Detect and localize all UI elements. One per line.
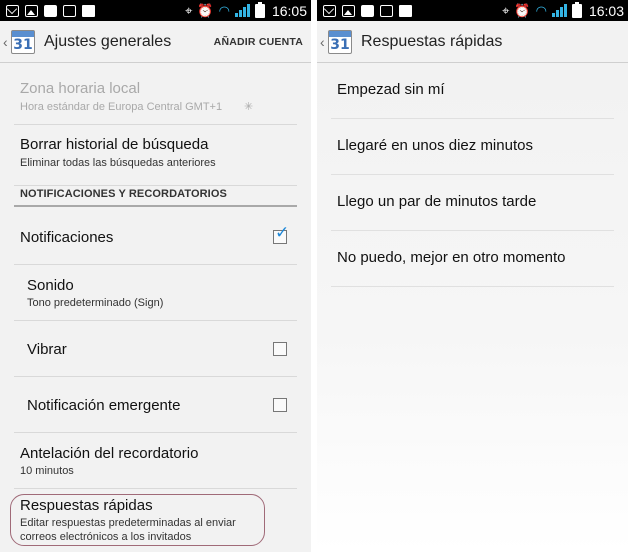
bag-icon (399, 4, 412, 17)
bag-icon (82, 4, 95, 17)
page-title: Ajustes generales (44, 32, 172, 50)
notifications-checkbox[interactable]: ✓ (273, 224, 289, 244)
setting-title: Borrar historial de búsqueda (20, 136, 209, 153)
check-mark-icon: ✓ (275, 223, 290, 242)
up-caret-icon[interactable]: ‹ (320, 34, 328, 50)
setting-title: Notificación emergente (27, 397, 181, 414)
alarm-icon: ⏰ (197, 3, 214, 18)
wifi-icon: ◠ (535, 3, 547, 18)
setting-popup-notification[interactable]: Notificación emergente (14, 377, 297, 433)
setting-summary: 10 minutos (20, 465, 74, 477)
status-bar: ⌖ ⏰ ◠ 16:05 (0, 0, 311, 21)
gps-icon: ⌖ (502, 3, 510, 18)
popup-checkbox[interactable] (273, 398, 287, 412)
mail-icon (6, 4, 19, 17)
shield-icon (44, 4, 57, 17)
alarm-icon: ⏰ (514, 3, 531, 18)
quick-response-item[interactable]: No puedo, mejor en otro momento (331, 231, 614, 287)
mail-icon (323, 4, 336, 17)
status-time: 16:05 (271, 2, 307, 19)
quick-response-text: Llego un par de minutos tarde (337, 193, 537, 210)
check-icon (63, 4, 76, 17)
status-time: 16:03 (588, 2, 624, 19)
quick-response-text: Llegaré en unos diez minutos (337, 137, 533, 154)
quick-response-item[interactable]: Llegaré en unos diez minutos (331, 119, 614, 175)
setting-summary: Hora estándar de Europa Central GMT+1 (20, 101, 223, 113)
calendar-icon[interactable]: 31 (11, 29, 35, 54)
setting-reminder-advance[interactable]: Antelación del recordatorio 10 minutos (14, 433, 297, 489)
setting-sound[interactable]: Sonido Tono predeterminado (Sign) (14, 265, 297, 321)
quick-response-text: Empezad sin mí (337, 81, 445, 98)
signal-icon (551, 4, 567, 17)
wifi-icon: ◠ (218, 3, 230, 18)
battery-icon (571, 1, 582, 18)
vibrate-checkbox[interactable] (273, 342, 287, 356)
battery-icon (254, 1, 265, 18)
image-icon (342, 4, 355, 17)
setting-notifications[interactable]: Notificaciones ✓ (14, 208, 297, 265)
setting-title: Antelación del recordatorio (20, 445, 199, 462)
quick-response-item[interactable]: Llego un par de minutos tarde (331, 175, 614, 231)
highlight-oval (10, 494, 265, 546)
setting-vibrate[interactable]: Vibrar (14, 321, 297, 377)
setting-title: Zona horaria local (20, 80, 141, 97)
right-screen-quick-responses: ⌖ ⏰ ◠ 16:03 ‹ 31 Respuestas rápidas Empe… (317, 0, 628, 552)
action-bar: ‹ 31 Respuestas rápidas (317, 21, 628, 63)
signal-icon (234, 4, 250, 17)
setting-summary: Eliminar todas las búsquedas anteriores (20, 157, 216, 169)
action-bar: ‹ 31 Ajustes generales AÑADIR CUENTA (0, 21, 311, 63)
section-header-label: NOTIFICACIONES Y RECORDATORIOS (20, 188, 227, 200)
setting-summary: Tono predeterminado (Sign) (27, 297, 164, 309)
setting-title: Sonido (27, 277, 74, 294)
setting-title: Notificaciones (20, 229, 114, 246)
setting-local-timezone: Zona horaria local Hora estándar de Euro… (14, 72, 297, 125)
setting-clear-search-history[interactable]: Borrar historial de búsqueda Eliminar to… (14, 125, 297, 186)
star-icon: ✳ (244, 101, 254, 113)
quick-response-text: No puedo, mejor en otro momento (337, 249, 566, 266)
quick-response-item[interactable]: Empezad sin mí (331, 63, 614, 119)
check-icon (380, 4, 393, 17)
shield-icon (361, 4, 374, 17)
add-account-button[interactable]: AÑADIR CUENTA (214, 36, 303, 48)
section-header-notifications: NOTIFICACIONES Y RECORDATORIOS (14, 186, 297, 207)
image-icon (25, 4, 38, 17)
gps-icon: ⌖ (185, 3, 193, 18)
setting-title: Vibrar (27, 341, 67, 358)
status-bar: ⌖ ⏰ ◠ 16:03 (317, 0, 628, 21)
calendar-icon[interactable]: 31 (328, 29, 352, 54)
page-title: Respuestas rápidas (361, 32, 503, 50)
left-screen-general-settings: ⌖ ⏰ ◠ 16:05 ‹ 31 Ajustes generales AÑADI… (0, 0, 311, 552)
up-caret-icon[interactable]: ‹ (3, 34, 11, 50)
